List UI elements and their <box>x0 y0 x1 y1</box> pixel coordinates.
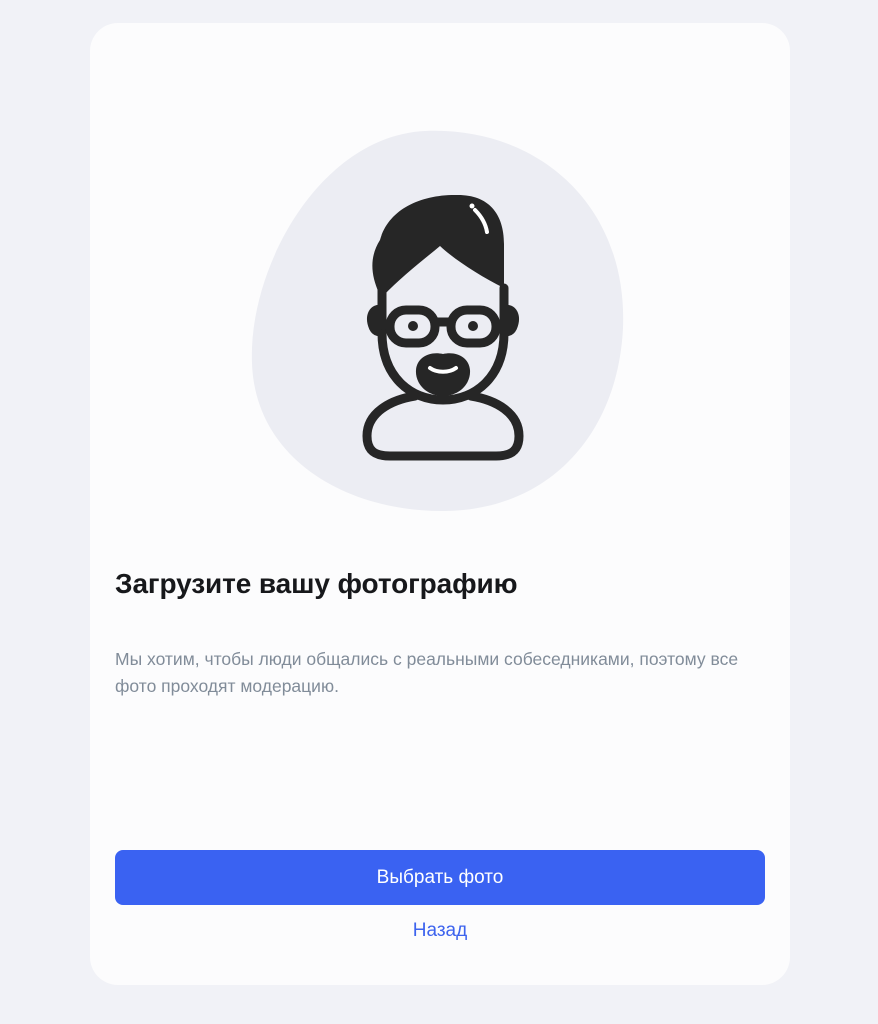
upload-photo-card: Загрузите вашу фотографию Мы хотим, чтоб… <box>90 23 790 985</box>
choose-photo-button[interactable]: Выбрать фото <box>115 850 765 905</box>
right-eye <box>468 321 478 331</box>
page-title: Загрузите вашу фотографию <box>115 568 518 599</box>
avatar-illustration <box>250 128 630 513</box>
left-eye <box>408 321 418 331</box>
back-link[interactable]: Назад <box>90 920 790 942</box>
page-description: Мы хотим, чтобы люди общались с реальным… <box>115 649 739 696</box>
